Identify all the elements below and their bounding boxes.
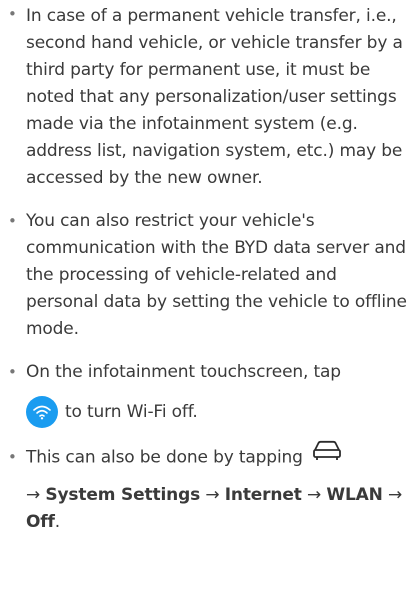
wifi-instruction-line: to turn Wi-Fi off. — [26, 396, 412, 428]
path-internet: Internet — [224, 484, 302, 505]
bullet-text: On the infotainment touchscreen, tap — [26, 362, 341, 382]
path-system-settings: System Settings — [45, 484, 201, 505]
bullet-settings-path: • This can also be done by tapping → Sys… — [0, 440, 418, 536]
bullet-text: In case of a permanent vehicle transfer,… — [26, 6, 403, 188]
bullet-wifi-off: • On the infotainment touchscreen, tap t… — [0, 359, 418, 428]
bullet-text: This can also be done by tapping — [26, 447, 303, 468]
bullet-text: You can also restrict your vehicle's com… — [26, 211, 407, 339]
bullet-dot: • — [8, 5, 17, 23]
bullet-vehicle-transfer: • In case of a permanent vehicle transfe… — [0, 1, 418, 192]
manual-page: • In case of a permanent vehicle transfe… — [0, 1, 418, 589]
bullet-text: to turn Wi-Fi off. — [65, 401, 198, 422]
privacy-bullet-list: • In case of a permanent vehicle transfe… — [0, 1, 418, 536]
bullet-dot: • — [8, 212, 17, 230]
bullet-dot: • — [8, 448, 17, 466]
path-off: Off — [26, 511, 55, 532]
bullet-dot: • — [8, 363, 17, 381]
bullet-offline-mode: • You can also restrict your vehicle's c… — [0, 208, 418, 343]
wifi-icon — [26, 396, 58, 428]
menu-path: → System Settings → Internet → WLAN → Of… — [26, 484, 403, 532]
car-icon — [312, 440, 342, 471]
path-wlan: WLAN — [326, 484, 383, 505]
